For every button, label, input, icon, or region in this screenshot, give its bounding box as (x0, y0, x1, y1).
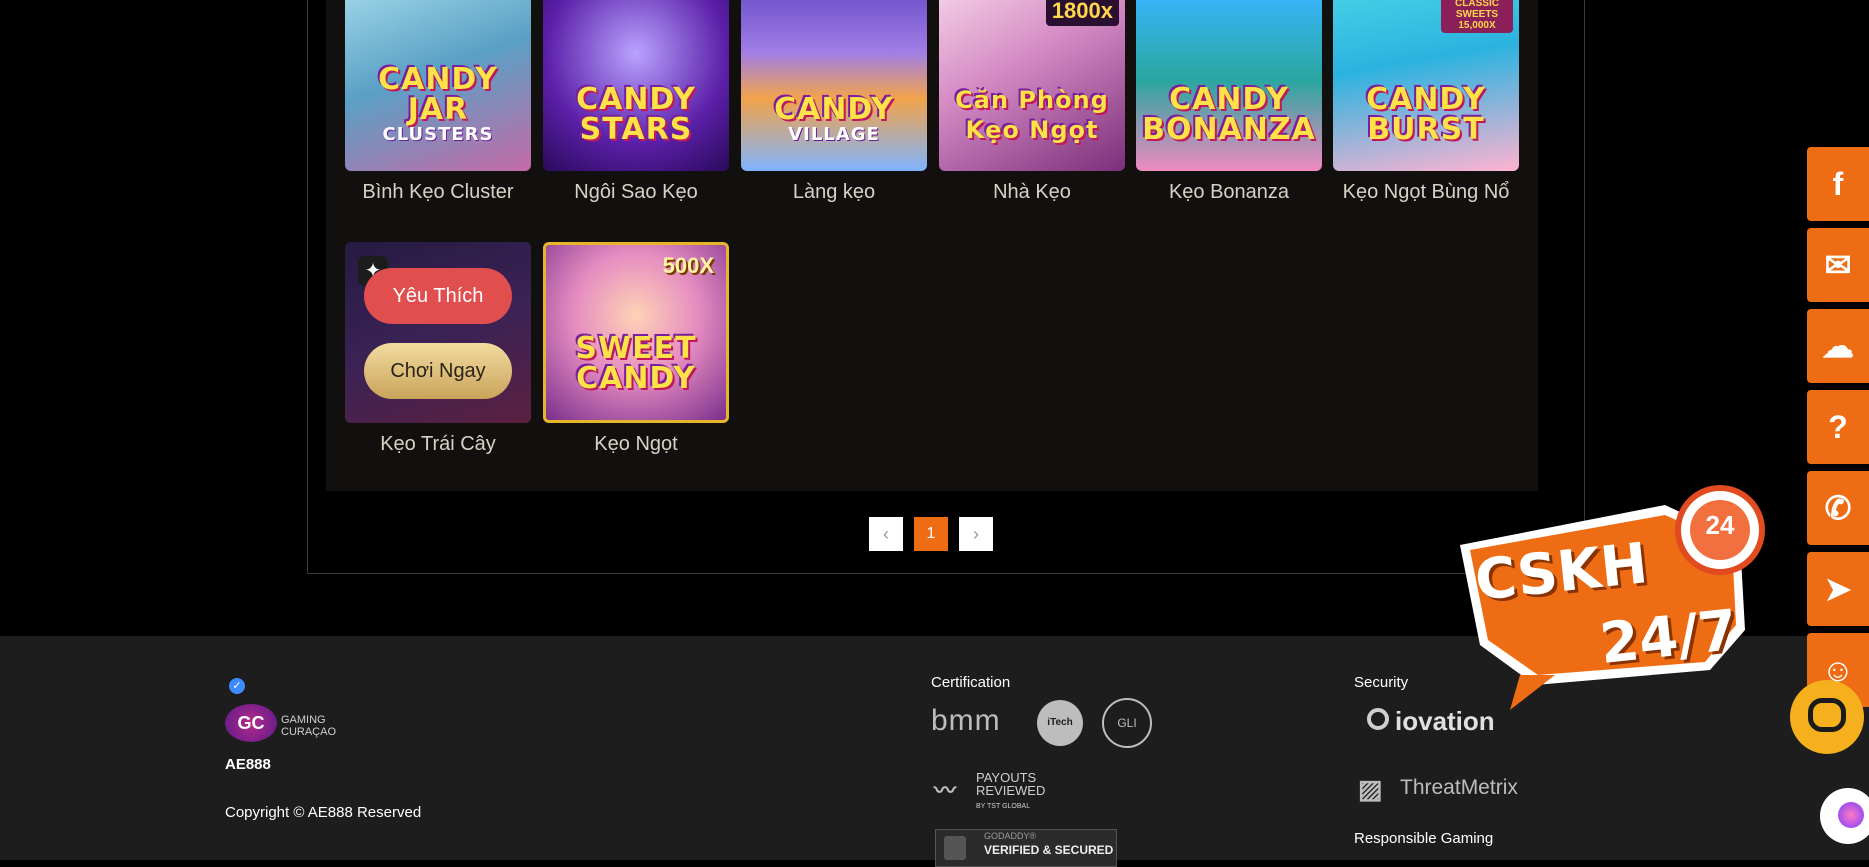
game-logo: CANDY BONANZA (1142, 82, 1316, 147)
game-logo: Căn Phòng Kẹo Ngọt (955, 86, 1109, 144)
game-title[interactable]: Nhà Kẹo (939, 181, 1125, 204)
brain-icon (1838, 802, 1864, 828)
pagination: ‹ 1 › (869, 517, 994, 551)
gaming-curacao-logo[interactable]: GC (225, 704, 277, 742)
live-chat-button[interactable] (1790, 680, 1864, 754)
game-tile[interactable]: CANDY STARS Ngôi Sao Kẹo (543, 0, 729, 204)
page-1-button[interactable]: 1 (914, 517, 948, 551)
cskh-support-banner[interactable]: 24 CSKH 24/7 (1440, 470, 1780, 720)
game-title[interactable]: Làng kẹo (741, 181, 927, 204)
multiplier-badge: 500X (662, 253, 714, 278)
bmm-logo: bmm (931, 704, 1001, 737)
game-title[interactable]: Bình Kẹo Cluster (345, 181, 531, 204)
ai-assistant-button[interactable] (1820, 788, 1869, 844)
threatmetrix-icon: ▨ (1358, 774, 1383, 804)
godaddy-label: GODADDY® (984, 831, 1037, 841)
game-thumbnail[interactable]: CANDY VILLAGE (741, 0, 927, 171)
game-title[interactable]: Kẹo Ngọt Bùng Nổ (1333, 181, 1519, 204)
phone-button[interactable]: ✆ (1807, 471, 1869, 545)
phone-icon: ✆ (1824, 490, 1852, 526)
facebook-icon: f (1832, 166, 1844, 202)
game-thumbnail[interactable]: ✦ Yêu Thích Chơi Ngay (345, 242, 531, 423)
telegram-button[interactable]: ➤ (1807, 552, 1869, 626)
game-title[interactable]: Ngôi Sao Kẹo (543, 181, 729, 204)
verified-icon: ✓ (229, 678, 245, 694)
chat-icon: ☁ (1822, 328, 1854, 364)
game-tile[interactable]: CLASSIC SWEETS 15,000X CANDY BURST Kẹo N… (1333, 0, 1519, 204)
game-thumbnail[interactable]: CANDY JAR CLUSTERS (345, 0, 531, 171)
help-icon: ? (1828, 409, 1848, 445)
godaddy-secured-badge: GODADDY® VERIFIED & SECURED (935, 829, 1117, 867)
prev-page-button[interactable]: ‹ (869, 517, 903, 551)
game-logo: SWEET CANDY (575, 331, 697, 396)
multiplier-badge: 1800x (1045, 0, 1119, 26)
game-tile[interactable]: 1800x Căn Phòng Kẹo Ngọt Nhà Kẹo (939, 0, 1125, 204)
game-thumbnail[interactable]: CANDY STARS (543, 0, 729, 171)
certification-title: Certification (931, 674, 1011, 691)
game-tile[interactable]: ✦ Yêu Thích Chơi Ngay Kẹo Trái Cây (345, 242, 531, 456)
threatmetrix-logo: ThreatMetrix (1400, 776, 1518, 799)
messenger-button[interactable]: ✉ (1807, 228, 1869, 302)
gli-logo: GLI (1102, 698, 1152, 748)
game-title[interactable]: Kẹo Ngọt (543, 433, 729, 456)
game-tile[interactable]: CANDY JAR CLUSTERS Bình Kẹo Cluster (345, 0, 531, 204)
responsible-gaming-title: Responsible Gaming (1354, 830, 1494, 847)
play-now-button[interactable]: Chơi Ngay (364, 343, 512, 399)
game-thumbnail[interactable]: CLASSIC SWEETS 15,000X CANDY BURST (1333, 0, 1519, 171)
brand-name: AE888 (225, 756, 271, 773)
payouts-wave-icon: 〰 (934, 778, 957, 803)
cskh-24-badge: 24 (1705, 510, 1735, 540)
game-thumbnail[interactable]: 1800x Căn Phòng Kẹo Ngọt (939, 0, 1125, 171)
game-title[interactable]: Kẹo Trái Cây (345, 433, 531, 456)
game-thumbnail[interactable]: 500X SWEET CANDY (543, 242, 729, 423)
game-logo: CANDY BURST (1366, 82, 1486, 147)
multiplier-badge: CLASSIC SWEETS 15,000X (1441, 0, 1513, 33)
iovation-icon (1367, 708, 1389, 730)
license-name: GAMING CURAÇAO (281, 714, 337, 738)
itech-labs-logo: iTech Labs (1037, 700, 1083, 774)
game-title[interactable]: Kẹo Bonanza (1136, 181, 1322, 204)
favorite-button[interactable]: Yêu Thích (364, 268, 512, 324)
chat-button[interactable]: ☁ (1807, 309, 1869, 383)
help-button[interactable]: ? (1807, 390, 1869, 464)
game-logo: CANDY STARS (576, 82, 696, 147)
verified-secured-label: VERIFIED & SECURED (984, 843, 1114, 857)
game-logo: CANDY VILLAGE (774, 92, 894, 145)
game-thumbnail[interactable]: CANDY BONANZA (1136, 0, 1322, 171)
copyright-text: Copyright © AE888 Reserved (225, 804, 422, 821)
payouts-reviewed-logo: PAYOUTS REVIEWED BY TST GLOBAL (976, 770, 1046, 810)
lock-icon (944, 836, 966, 860)
game-tile[interactable]: CANDY BONANZA Kẹo Bonanza (1136, 0, 1322, 204)
game-tile[interactable]: 500X SWEET CANDY Kẹo Ngọt (543, 242, 729, 456)
messenger-icon: ✉ (1824, 247, 1852, 283)
telegram-icon: ➤ (1824, 571, 1852, 607)
security-title: Security (1354, 674, 1409, 691)
facebook-button[interactable]: f (1807, 147, 1869, 221)
game-logo: CANDY JAR CLUSTERS (378, 62, 498, 145)
game-tile[interactable]: CANDY VILLAGE Làng kẹo (741, 0, 927, 204)
next-page-button[interactable]: › (959, 517, 993, 551)
